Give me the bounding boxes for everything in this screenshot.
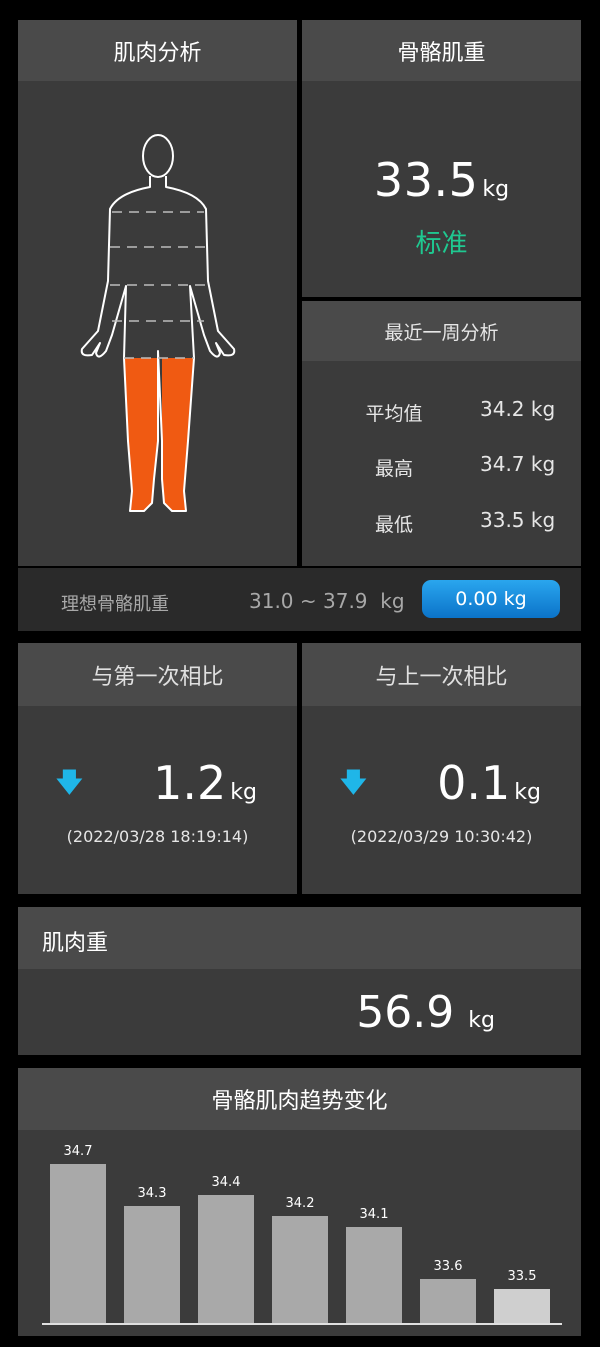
weekly-analysis-title: 最近一周分析 <box>384 321 499 344</box>
trend-bar-label: 34.1 <box>359 1206 389 1222</box>
weekly-row-max: 最高 34.7 kg <box>302 444 581 484</box>
weekly-row-label: 平均值 <box>365 403 423 425</box>
muscle-weight-panel: 56.9 kg <box>18 969 581 1055</box>
muscle-analysis-title: 肌肉分析 <box>113 40 202 66</box>
compare-first-panel: 🡇 1.2 kg (2022/03/28 18:19:14) <box>18 706 297 894</box>
skeletal-muscle-title: 骨骼肌重 <box>397 40 486 66</box>
muscle-weight-header: 肌肉重 <box>18 907 581 969</box>
ideal-range-value: 31.0 ~ 37.9 kg <box>249 589 405 613</box>
ideal-difference-button[interactable]: 0.00 kg <box>422 580 560 618</box>
muscle-analysis-header: 肌肉分析 <box>18 20 297 81</box>
trend-bar-label: 34.7 <box>63 1144 93 1159</box>
compare-first-date: (2022/03/28 18:19:14) <box>66 827 249 846</box>
skeletal-muscle-status: 标准 <box>415 229 468 259</box>
trend-bar <box>198 1195 254 1323</box>
trend-bar <box>272 1216 328 1323</box>
trend-title: 骨骼肌肉趋势变化 <box>211 1089 388 1114</box>
ideal-range-bar: 理想骨骼肌重 31.0 ~ 37.9 kg 0.00 kg <box>18 568 581 631</box>
arrow-down-icon: 🡇 <box>340 768 367 798</box>
compare-first-title: 与第一次相比 <box>91 664 224 690</box>
weekly-row-value: 34.7 kg <box>480 452 556 476</box>
compare-first-unit: kg <box>230 780 257 805</box>
compare-last-title: 与上一次相比 <box>375 664 508 690</box>
compare-last-panel: 🡇 0.1 kg (2022/03/29 10:30:42) <box>302 706 581 894</box>
body-figure-icon <box>80 134 236 512</box>
trend-bar <box>494 1289 550 1323</box>
trend-bar-label: 33.5 <box>507 1269 537 1284</box>
body-figure-panel <box>18 81 297 566</box>
trend-bar <box>346 1226 402 1323</box>
muscle-weight-title: 肌肉重 <box>42 931 109 956</box>
compare-first-value: 1.2 <box>153 756 227 810</box>
compare-last-value: 0.1 <box>437 756 511 810</box>
trend-chart-panel: 34.7 34.3 34.4 34.2 34.1 33.6 33.5 <box>18 1130 581 1336</box>
compare-first-header: 与第一次相比 <box>18 643 297 706</box>
weekly-row-label: 最高 <box>374 458 413 480</box>
weekly-row-value: 33.5 kg <box>480 508 556 532</box>
weekly-row-label: 最低 <box>374 514 413 536</box>
weekly-analysis-header: 最近一周分析 <box>302 301 581 361</box>
trend-bar-label: 34.3 <box>137 1185 167 1201</box>
compare-last-unit: kg <box>514 780 541 805</box>
skeletal-muscle-value: 33.5 <box>373 153 479 207</box>
trend-bar-label: 33.6 <box>433 1258 463 1274</box>
trend-bar <box>124 1205 180 1323</box>
trend-bar-label: 34.4 <box>211 1175 241 1191</box>
ideal-difference-label: 0.00 kg <box>455 588 527 610</box>
compare-last-date: (2022/03/29 10:30:42) <box>350 827 533 846</box>
weekly-row-average: 平均值 34.2 kg <box>302 389 581 429</box>
compare-last-header: 与上一次相比 <box>302 643 581 706</box>
muscle-weight-unit: kg <box>468 1008 495 1033</box>
trend-bar-label: 34.2 <box>285 1196 315 1212</box>
muscle-weight-value: 56.9 <box>356 987 455 1038</box>
trend-chart: 34.7 34.3 34.4 34.2 34.1 33.6 33.5 <box>18 1130 581 1336</box>
arrow-down-icon: 🡇 <box>56 768 83 798</box>
ideal-range-label: 理想骨骼肌重 <box>61 594 169 615</box>
skeletal-muscle-value-panel: 33.5 kg 标准 <box>302 81 581 297</box>
trend-header: 骨骼肌肉趋势变化 <box>18 1068 581 1130</box>
weekly-analysis-panel: 平均值 34.2 kg 最高 34.7 kg 最低 33.5 kg <box>302 361 581 566</box>
trend-bar <box>50 1164 106 1323</box>
skeletal-muscle-unit: kg <box>482 177 510 202</box>
weekly-row-min: 最低 33.5 kg <box>302 500 581 540</box>
skeletal-muscle-header: 骨骼肌重 <box>302 20 581 81</box>
weekly-row-value: 34.2 kg <box>480 397 556 421</box>
trend-bar <box>420 1278 476 1323</box>
chart-baseline <box>42 1323 562 1325</box>
